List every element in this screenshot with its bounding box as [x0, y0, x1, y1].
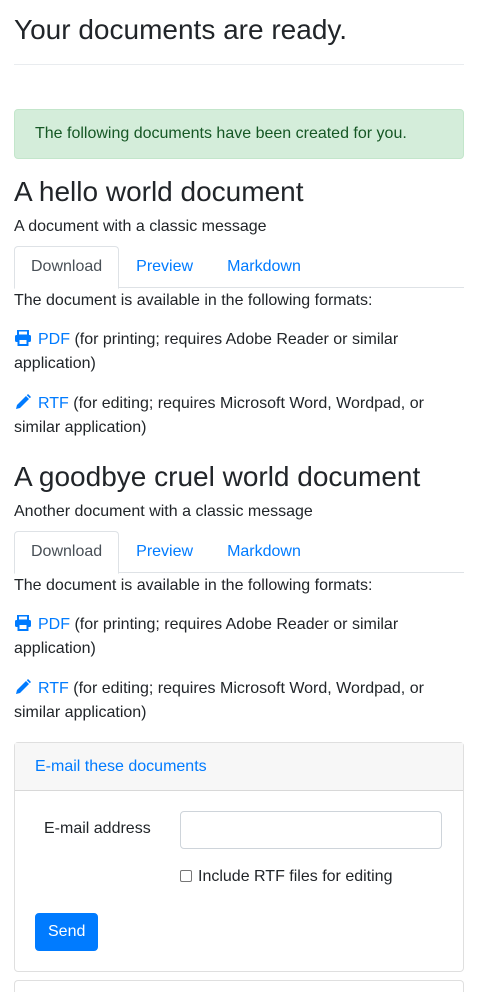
pencil-icon — [16, 394, 31, 409]
document-title: A hello world document — [14, 176, 304, 207]
include-rtf-option[interactable]: Include RTF files for editing — [180, 867, 392, 887]
title-divider — [14, 64, 464, 65]
page-title: Your documents are ready. — [14, 14, 348, 45]
email-form: E-mail address Include RTF files for edi… — [15, 791, 463, 971]
tab-preview[interactable]: Preview — [119, 531, 210, 573]
available-formats-text: The document is available in the followi… — [14, 292, 373, 309]
format-note: (for editing; requires Microsoft Word, W… — [14, 395, 424, 436]
email-label: E-mail address — [44, 820, 151, 837]
printer-icon — [15, 330, 31, 346]
pdf-link[interactable]: PDF — [38, 331, 70, 348]
format-item-pdf: PDF (for printing; requires Adobe Reader… — [14, 328, 464, 376]
format-note: (for printing; requires Adobe Reader or … — [14, 616, 399, 657]
format-item-pdf: PDF (for printing; requires Adobe Reader… — [14, 613, 464, 661]
document-section: A goodbye cruel world document Another d… — [14, 460, 464, 725]
tab-download[interactable]: Download — [14, 246, 120, 289]
tab-download[interactable]: Download — [14, 531, 120, 574]
tab-markdown[interactable]: Markdown — [210, 531, 318, 573]
pencil-icon — [16, 679, 31, 694]
document-description: Another document with a classic message — [14, 503, 313, 520]
format-item-rtf: RTF (for editing; requires Microsoft Wor… — [14, 677, 464, 725]
document-tabs: Download Preview Markdown — [14, 531, 464, 574]
document-title: A goodbye cruel world document — [14, 461, 421, 492]
email-field[interactable] — [180, 811, 442, 849]
format-item-rtf: RTF (for editing; requires Microsoft Wor… — [14, 392, 464, 440]
rtf-link[interactable]: RTF — [38, 395, 69, 412]
success-alert: The following documents have been create… — [14, 109, 464, 159]
document-tabs: Download Preview Markdown — [14, 246, 464, 289]
tab-markdown[interactable]: Markdown — [210, 246, 318, 288]
send-button[interactable]: Send — [35, 913, 99, 951]
include-rtf-checkbox[interactable] — [180, 870, 192, 882]
format-note: (for editing; requires Microsoft Word, W… — [14, 680, 424, 721]
rtf-link[interactable]: RTF — [38, 680, 69, 697]
email-panel-header[interactable]: E-mail these documents — [15, 743, 463, 791]
next-panel-edge — [14, 980, 464, 992]
printer-icon — [15, 615, 31, 631]
document-description: A document with a classic message — [14, 218, 267, 235]
format-note: (for printing; requires Adobe Reader or … — [14, 331, 399, 372]
email-panel: E-mail these documents E-mail address In… — [14, 742, 464, 972]
available-formats-text: The document is available in the followi… — [14, 577, 373, 594]
include-rtf-label: Include RTF files for editing — [198, 868, 393, 885]
pdf-link[interactable]: PDF — [38, 616, 70, 633]
page-container: Your documents are ready. The following … — [0, 0, 478, 992]
tab-preview[interactable]: Preview — [119, 246, 210, 288]
document-section: A hello world document A document with a… — [14, 175, 464, 440]
